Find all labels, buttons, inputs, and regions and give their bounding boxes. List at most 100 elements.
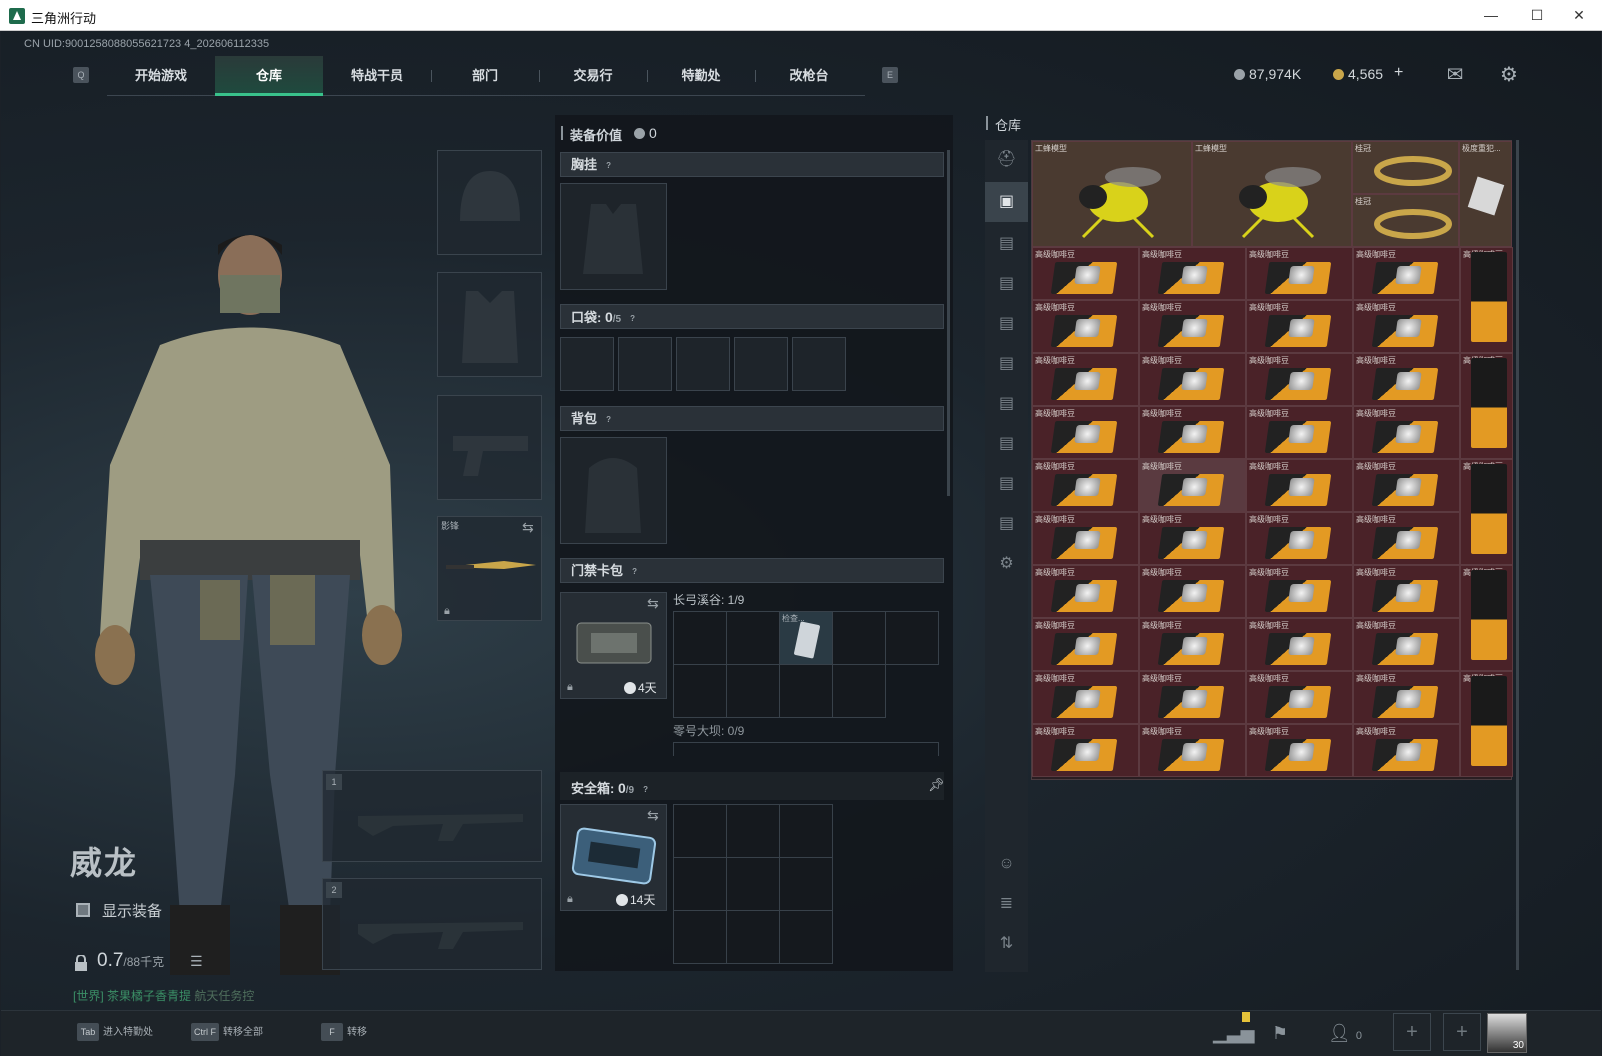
warehouse-item[interactable]: 高级咖啡豆 — [1246, 353, 1353, 406]
warehouse-item[interactable]: 高级咖啡豆 — [1460, 671, 1513, 777]
minimize-button[interactable]: — — [1468, 0, 1514, 31]
add-teammate-button[interactable]: + — [1443, 1013, 1481, 1051]
nav-right-key[interactable]: E — [882, 67, 898, 83]
warehouse-item[interactable]: 高级咖啡豆 — [1032, 512, 1139, 565]
sidebar-helmet-icon[interactable]: ⛑︎ — [985, 140, 1028, 180]
sidebar-tab-icon[interactable]: ▤ — [985, 304, 1028, 344]
tab-gunsmith[interactable]: 改枪台 — [755, 56, 863, 96]
list-icon[interactable]: ☰ — [190, 953, 203, 970]
warehouse-item[interactable]: 高级咖啡豆 — [1032, 247, 1139, 300]
safe-cell[interactable] — [779, 804, 833, 858]
warehouse-item[interactable]: 高级咖啡豆 — [1353, 565, 1460, 618]
sidebar-tab-icon[interactable]: ▤ — [985, 504, 1028, 544]
card-cell[interactable] — [832, 611, 886, 665]
card-cell-filled[interactable]: 检查... — [779, 611, 833, 665]
tab-special-ops[interactable]: 特勤处 — [647, 56, 755, 96]
warehouse-item[interactable]: 高级咖啡豆 — [1353, 247, 1460, 300]
tab-operators[interactable]: 特战干员 — [323, 56, 431, 96]
sidebar-tab-icon[interactable]: ▤ — [985, 424, 1028, 464]
sidebar-sort-icon[interactable]: ⇅ — [985, 924, 1028, 964]
swap-icon[interactable]: ⇆ — [647, 595, 659, 612]
loadout-scrollbar[interactable] — [947, 150, 950, 496]
pocket-slot[interactable] — [734, 337, 788, 391]
card-cell[interactable] — [673, 611, 727, 665]
nav-left-key[interactable]: Q — [73, 67, 89, 83]
warehouse-item[interactable]: 高级咖啡豆 — [1032, 724, 1139, 777]
warehouse-item[interactable]: 高级咖啡豆 — [1139, 247, 1246, 300]
tab-trading[interactable]: 交易行 — [539, 56, 647, 96]
show-equipment-label[interactable]: 显示装备 — [102, 900, 162, 921]
maximize-button[interactable]: ☐ — [1514, 0, 1560, 31]
settings-gear-icon[interactable]: ⚙ — [1497, 63, 1521, 87]
pocket-slot[interactable] — [618, 337, 672, 391]
sidebar-tab-icon[interactable]: ▤ — [985, 384, 1028, 424]
warehouse-item[interactable]: 高级咖啡豆 — [1353, 512, 1460, 565]
warehouse-item[interactable]: 高级咖啡豆 — [1246, 618, 1353, 671]
warehouse-item[interactable]: 高级咖啡豆 — [1353, 300, 1460, 353]
warehouse-item[interactable]: 高级咖啡豆 — [1139, 406, 1246, 459]
hint-special-ops[interactable]: Tab 进入特勤处 — [77, 1020, 153, 1046]
hint-transfer[interactable]: F 转移 — [321, 1020, 367, 1046]
safe-cell[interactable] — [673, 857, 727, 911]
sidebar-tab-icon[interactable]: ▤ — [985, 464, 1028, 504]
show-equipment-checkbox[interactable] — [76, 903, 90, 917]
safe-cell[interactable] — [726, 804, 780, 858]
safe-cell[interactable] — [673, 804, 727, 858]
sidebar-layers-icon[interactable]: ≣ — [985, 884, 1028, 924]
warehouse-item[interactable]: 高级咖啡豆 — [1032, 406, 1139, 459]
primary-weapon-slot-1[interactable]: 1 — [322, 770, 542, 862]
keycard-case-slot[interactable]: ⇆ 🔒︎ 4天 — [560, 592, 667, 699]
warehouse-item[interactable]: 高级咖啡豆 — [1460, 459, 1513, 565]
help-icon[interactable]: ? — [640, 784, 651, 795]
player-avatar[interactable]: 30 — [1487, 1013, 1527, 1053]
swap-icon[interactable]: ⇆ — [522, 519, 534, 536]
warehouse-item[interactable]: 高级咖啡豆 — [1353, 459, 1460, 512]
mail-icon[interactable]: ✉ — [1443, 63, 1467, 87]
card-cell[interactable] — [885, 611, 939, 665]
primary-weapon-slot-2[interactable]: 2 — [322, 878, 542, 970]
warehouse-item[interactable]: 高级咖啡豆 — [1032, 300, 1139, 353]
tab-warehouse[interactable]: 仓库 — [215, 56, 323, 96]
warehouse-item[interactable]: 高级咖啡豆 — [1460, 353, 1513, 459]
hint-transfer-all[interactable]: Ctrl F 转移全部 — [191, 1020, 263, 1046]
warehouse-item[interactable]: 高级咖啡豆 — [1246, 565, 1353, 618]
warehouse-item[interactable]: 高级咖啡豆 — [1139, 671, 1246, 724]
flag-icon[interactable]: ⚑ — [1263, 1016, 1297, 1050]
warehouse-item[interactable]: 工蜂模型 — [1032, 141, 1192, 247]
helmet-slot[interactable] — [437, 150, 542, 255]
warehouse-item[interactable]: 高级咖啡豆 — [1139, 459, 1246, 512]
stats-icon[interactable]: ▁▃▅ — [1213, 1016, 1255, 1050]
help-icon[interactable]: ? — [627, 313, 638, 324]
sidebar-all-items-icon[interactable]: ▣ — [985, 182, 1028, 222]
card-cell[interactable] — [673, 664, 727, 718]
warehouse-item[interactable]: 高级咖啡豆 — [1460, 247, 1513, 353]
card-cell[interactable] — [726, 664, 780, 718]
pocket-slot[interactable] — [560, 337, 614, 391]
tab-department[interactable]: 部门 — [431, 56, 539, 96]
safe-cell[interactable] — [726, 857, 780, 911]
add-teammate-button[interactable]: + — [1393, 1013, 1431, 1051]
warehouse-item[interactable]: 高级咖啡豆 — [1353, 618, 1460, 671]
warehouse-item[interactable]: 高级咖啡豆 — [1139, 724, 1246, 777]
warehouse-item[interactable]: 高级咖啡豆 — [1460, 565, 1513, 671]
warehouse-item[interactable]: 高级咖啡豆 — [1032, 618, 1139, 671]
warehouse-item[interactable]: 高级咖啡豆 — [1139, 512, 1246, 565]
help-icon[interactable]: ? — [603, 160, 614, 171]
pistol-slot[interactable] — [437, 395, 542, 500]
safe-box-slot[interactable]: ⇆ 🔒︎ 14天 — [560, 804, 667, 911]
swap-icon[interactable]: ⇆ — [647, 807, 659, 824]
warehouse-item[interactable]: 桂冠 — [1352, 194, 1459, 247]
armor-slot[interactable] — [437, 272, 542, 377]
warehouse-item[interactable]: 高级咖啡豆 — [1032, 565, 1139, 618]
warehouse-item[interactable]: 高级咖啡豆 — [1139, 353, 1246, 406]
warehouse-item[interactable]: 高级咖啡豆 — [1032, 459, 1139, 512]
card-cell[interactable] — [726, 611, 780, 665]
warehouse-item[interactable]: 高级咖啡豆 — [1246, 406, 1353, 459]
warehouse-item[interactable]: 高级咖啡豆 — [1032, 671, 1139, 724]
warehouse-item[interactable]: 高级咖啡豆 — [1246, 512, 1353, 565]
warehouse-item[interactable]: 高级咖啡豆 — [1246, 247, 1353, 300]
warehouse-item[interactable]: 高级咖啡豆 — [1032, 353, 1139, 406]
pocket-slot[interactable] — [676, 337, 730, 391]
warehouse-scrollbar[interactable] — [1516, 140, 1519, 970]
add-currency-button[interactable]: + — [1394, 64, 1403, 82]
